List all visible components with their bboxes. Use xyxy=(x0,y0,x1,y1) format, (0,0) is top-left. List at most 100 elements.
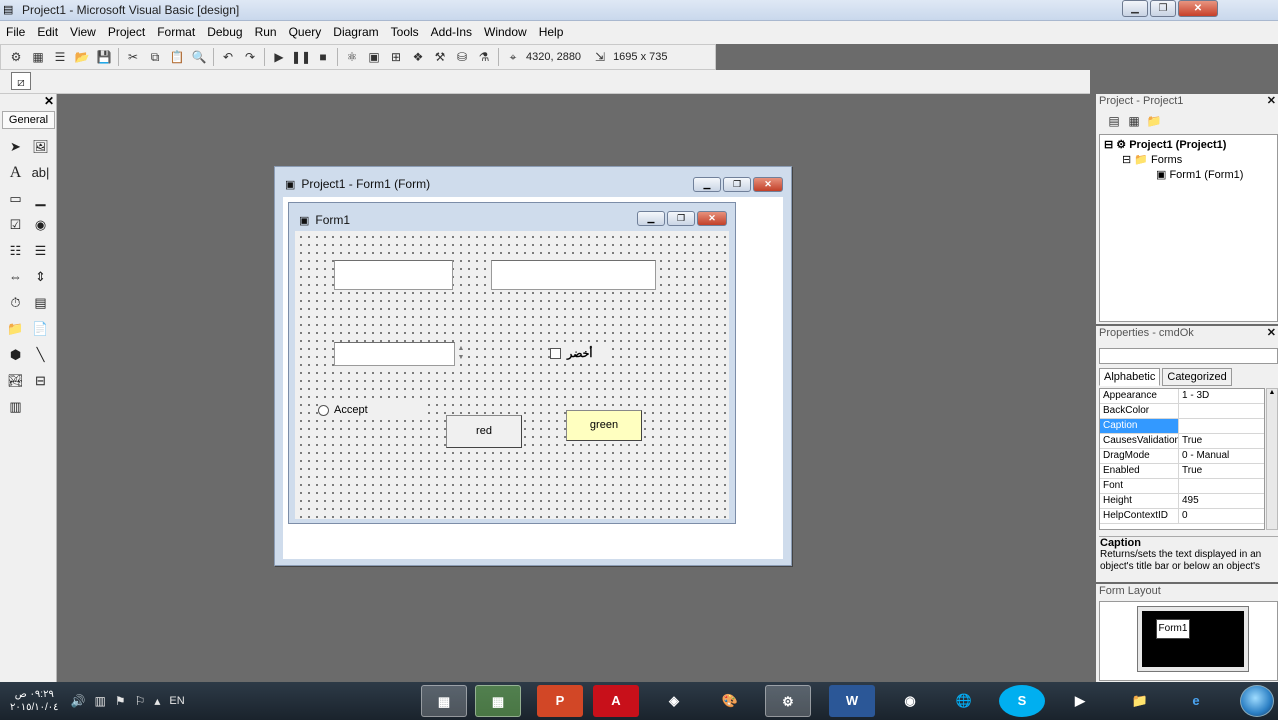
project-explorer-close-icon[interactable]: ✕ xyxy=(1267,94,1276,109)
start-button[interactable] xyxy=(1240,685,1274,717)
menu-help[interactable]: Help xyxy=(533,21,570,44)
property-value[interactable]: 1 - 3D xyxy=(1179,389,1264,403)
textbox-icon[interactable]: ab| xyxy=(28,160,53,186)
property-row[interactable]: BackColor xyxy=(1100,404,1264,419)
menu-run[interactable]: Run xyxy=(249,21,283,44)
shape-icon[interactable]: ⬢ xyxy=(3,342,28,368)
paste-icon[interactable]: 📋 xyxy=(167,48,187,66)
menu-debug[interactable]: Debug xyxy=(201,21,248,44)
paint-icon[interactable]: 🎨 xyxy=(707,685,753,717)
frame-icon[interactable]: ▭ xyxy=(3,186,28,212)
object-selector[interactable] xyxy=(1099,348,1278,364)
tree-item-project[interactable]: ⊟ ⚙ Project1 (Project1) xyxy=(1104,138,1226,151)
combobox-icon[interactable]: ☷ xyxy=(3,238,28,264)
dirlistbox-icon[interactable]: 📁 xyxy=(3,316,28,342)
listbox-icon[interactable]: ☰ xyxy=(28,238,53,264)
property-row[interactable]: Appearance 1 - 3D xyxy=(1100,389,1264,404)
explorer-icon[interactable]: 📁 xyxy=(1117,685,1163,717)
property-value[interactable] xyxy=(1179,419,1264,433)
textbox-1[interactable] xyxy=(334,260,453,290)
radio-circle[interactable] xyxy=(318,404,329,416)
word-icon[interactable]: W xyxy=(829,685,875,717)
internet-explorer-icon[interactable]: e xyxy=(1173,685,1219,717)
taskbar-app-2[interactable]: ▦ xyxy=(475,685,521,717)
property-row[interactable]: Enabled True xyxy=(1100,464,1264,479)
optionbutton-icon[interactable]: ◉ xyxy=(28,212,53,238)
menu-view[interactable]: View xyxy=(64,21,102,44)
property-value[interactable]: 0 - Manual xyxy=(1179,449,1264,463)
language-indicator[interactable]: EN xyxy=(169,695,184,707)
network-icon[interactable]: ▥ xyxy=(94,694,105,708)
view-code-icon[interactable]: ▤ xyxy=(1105,112,1123,130)
properties-window-icon[interactable]: ▣ xyxy=(364,48,384,66)
break-icon[interactable]: ❚❚ xyxy=(291,48,311,66)
property-row[interactable]: DragMode 0 - Manual xyxy=(1100,449,1264,464)
clock[interactable]: ٠٩:٢٩ ص ٢٠١٥/١٠/٠٤ xyxy=(10,688,59,714)
tab-categorized[interactable]: Categorized xyxy=(1162,368,1232,386)
property-value[interactable]: 0 xyxy=(1179,509,1264,523)
close-button[interactable]: ✕ xyxy=(1178,0,1218,17)
tab-alphabetic[interactable]: Alphabetic xyxy=(1099,368,1161,386)
commandbutton-icon[interactable]: ▁ xyxy=(28,186,53,212)
chrome-icon[interactable]: ◉ xyxy=(887,685,933,717)
menu-editor-icon[interactable]: ☰ xyxy=(50,48,70,66)
acrobat-icon[interactable]: A xyxy=(593,685,639,717)
form1-close-button[interactable]: ✕ xyxy=(697,211,727,226)
property-value[interactable]: 495 xyxy=(1179,494,1264,508)
taskbar-app-5-icon[interactable]: ◈ xyxy=(651,685,697,717)
volume-icon[interactable]: 🔊 xyxy=(71,694,86,708)
menu-diagram[interactable]: Diagram xyxy=(327,21,384,44)
property-row[interactable]: HelpContextID 0 xyxy=(1100,509,1264,524)
property-row[interactable]: Caption xyxy=(1100,419,1264,434)
hscrollbar-icon[interactable]: ⇔ xyxy=(3,264,28,290)
menu-project[interactable]: Project xyxy=(102,21,151,44)
show-hidden-icon[interactable]: ▴ xyxy=(154,694,160,708)
tree-item-forms[interactable]: ⊟ 📁 Forms xyxy=(1122,153,1182,166)
flag-icon[interactable]: ⚐ xyxy=(135,694,146,708)
view-object-icon[interactable]: ▦ xyxy=(1125,112,1143,130)
toolbox-close-icon[interactable]: ✕ xyxy=(44,94,54,108)
data-icon[interactable]: ⊟ xyxy=(28,368,53,394)
skype-icon[interactable]: S xyxy=(999,685,1045,717)
line-icon[interactable]: ╲ xyxy=(28,342,53,368)
property-value[interactable] xyxy=(1179,479,1264,493)
network-app-icon[interactable]: 🌐 xyxy=(941,685,987,717)
menu-edit[interactable]: Edit xyxy=(31,21,64,44)
object-browser-icon[interactable]: ❖ xyxy=(408,48,428,66)
component-manager-icon[interactable]: ⚗ xyxy=(474,48,494,66)
visual-basic-icon[interactable]: ⚙ xyxy=(765,685,811,717)
menu-format[interactable]: Format xyxy=(151,21,201,44)
toolbox-icon[interactable]: ⚒ xyxy=(430,48,450,66)
menu-file[interactable]: File xyxy=(0,21,31,44)
tree-item-form1[interactable]: ▣ Form1 (Form1) xyxy=(1156,168,1243,181)
property-row[interactable]: Height 495 xyxy=(1100,494,1264,509)
menu-query[interactable]: Query xyxy=(283,21,328,44)
picturebox-icon[interactable]: 🖼 xyxy=(28,134,53,160)
form-designer-restore-button[interactable]: ❐ xyxy=(723,177,751,192)
textbox-3[interactable] xyxy=(334,342,455,366)
mini-form1[interactable]: Form1 xyxy=(1156,619,1190,639)
checkbox-box[interactable] xyxy=(550,347,561,359)
add-form-icon[interactable]: ▦ xyxy=(28,48,48,66)
property-row[interactable]: CausesValidation True xyxy=(1100,434,1264,449)
form-designer-close-button[interactable]: ✕ xyxy=(753,177,783,192)
open-project-icon[interactable]: 📂 xyxy=(72,48,92,66)
toggle-folders-icon[interactable]: 📁 xyxy=(1145,112,1163,130)
action-center-icon[interactable]: ⚑ xyxy=(115,694,126,708)
label-icon[interactable]: A xyxy=(3,160,28,186)
redo-icon[interactable]: ↷ xyxy=(240,48,260,66)
cut-icon[interactable]: ✂ xyxy=(123,48,143,66)
checkbox-green[interactable]: أخضر xyxy=(550,346,610,360)
image-icon[interactable]: 🏞 xyxy=(3,368,28,394)
menu-window[interactable]: Window xyxy=(478,21,533,44)
drivelistbox-icon[interactable]: ▤ xyxy=(28,290,53,316)
data-view-icon[interactable]: ⛁ xyxy=(452,48,472,66)
minimize-button[interactable]: ▁ xyxy=(1122,0,1148,17)
menu-tools[interactable]: Tools xyxy=(385,21,425,44)
start-icon[interactable]: ▶ xyxy=(269,48,289,66)
end-icon[interactable]: ■ xyxy=(313,48,333,66)
find-icon[interactable]: 🔍 xyxy=(189,48,209,66)
timer-icon[interactable]: ⏱ xyxy=(3,290,28,316)
button-green[interactable]: green xyxy=(566,410,642,441)
filelistbox-icon[interactable]: 📄 xyxy=(28,316,53,342)
